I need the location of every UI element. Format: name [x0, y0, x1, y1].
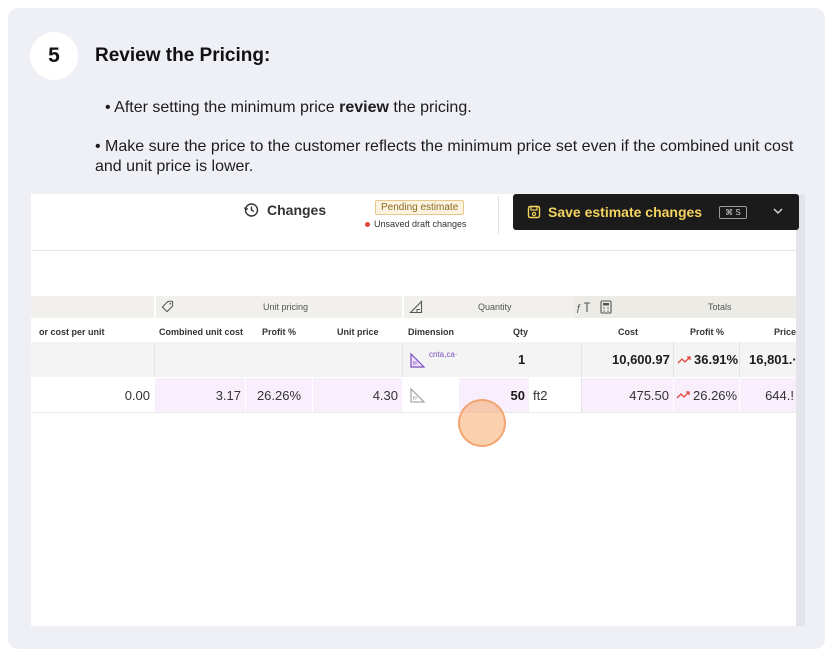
- scrollbar[interactable]: [796, 194, 805, 626]
- tag-icon: [161, 300, 174, 313]
- unsaved-text: Unsaved draft changes: [374, 219, 467, 229]
- svg-text:ft²: ft²: [413, 396, 418, 402]
- totals-label: Totals: [708, 302, 732, 312]
- totals-profit-pct-cell: 26.26%: [674, 378, 739, 412]
- unit-label: ft2: [533, 387, 548, 403]
- unsaved-status: Unsaved draft changes: [365, 219, 467, 229]
- trend-up-icon: [677, 355, 691, 363]
- step-card: 5 Review the Pricing: • After setting th…: [8, 8, 825, 649]
- bullet-1-pre: • After setting the minimum price: [105, 99, 340, 116]
- unsaved-dot-icon: [365, 221, 370, 227]
- table-row[interactable]: 0.00 3.17 26.26% 4.30 ft² 50 ft2 475.50 …: [31, 378, 796, 413]
- col-divider: [402, 342, 403, 377]
- formula-icon[interactable]: ƒ: [576, 300, 592, 314]
- col-divider: [581, 342, 582, 377]
- totals-profit-pct-value: 26.26%: [693, 387, 738, 403]
- pending-estimate-badge: Pending estimate: [375, 200, 465, 215]
- changes-button[interactable]: Changes: [243, 202, 326, 218]
- summary-qty: 1: [518, 352, 526, 367]
- chevron-down-icon[interactable]: [771, 204, 785, 218]
- col-cost: Cost: [618, 327, 638, 337]
- price-cell: 644.!: [740, 378, 796, 412]
- summary-row[interactable]: ft² cnta,ca· 1 10,600.97 36.91% 16,801.·: [31, 342, 797, 377]
- col-combined-unit-cost: Combined unit cost: [159, 327, 243, 337]
- group-header-labor: [31, 296, 154, 318]
- summary-profit-pct-value: 36.91%: [694, 352, 739, 367]
- col-labor-cost: or cost per unit: [39, 327, 105, 337]
- col-qty: Qty: [513, 327, 529, 337]
- cost-cell: 475.50: [582, 378, 673, 412]
- ruler-triangle-icon: [409, 300, 423, 314]
- col-totals-profit-pct: Profit %: [690, 327, 725, 337]
- unit-price-cell[interactable]: 4.30: [313, 378, 402, 412]
- history-icon: [243, 203, 259, 217]
- col-profit-pct: Profit %: [262, 327, 297, 337]
- bullet-1-bold: review: [339, 99, 389, 116]
- col-divider: [154, 342, 155, 377]
- profit-pct-cell[interactable]: 26.26%: [246, 378, 312, 412]
- group-header-totals: ƒ Totals: [574, 296, 796, 318]
- save-label: Save estimate changes: [548, 204, 703, 220]
- labor-cost-cell[interactable]: 0.00: [31, 378, 154, 412]
- instruction-bullet-1: • After setting the minimum price review…: [105, 98, 472, 118]
- dimension-icon: ft²: [410, 387, 426, 403]
- click-indicator: [458, 399, 506, 447]
- col-unit-price: Unit price: [337, 327, 379, 337]
- col-price: Price: [774, 327, 797, 337]
- calculator-icon[interactable]: [600, 300, 612, 314]
- changes-label: Changes: [267, 202, 327, 218]
- step-title: Review the Pricing:: [95, 45, 271, 66]
- bullet-1-post: the pricing.: [388, 99, 472, 116]
- toolbar-bottom-border: [31, 250, 796, 251]
- dimension-cell[interactable]: ft²: [409, 378, 427, 412]
- col-divider: [673, 342, 674, 377]
- toolbar-divider: [498, 196, 499, 234]
- save-estimate-button[interactable]: Save estimate changes ⌘ S: [513, 194, 799, 230]
- app-screenshot: Changes Pending estimate Unsaved draft c…: [31, 194, 805, 626]
- summary-price: 16,801.·: [749, 352, 797, 367]
- combined-unit-cost-cell[interactable]: 3.17: [155, 378, 245, 412]
- col-dimension: Dimension: [408, 327, 455, 337]
- save-icon: [527, 205, 541, 219]
- svg-text:ft²: ft²: [413, 361, 418, 367]
- quantity-label: Quantity: [478, 302, 512, 312]
- save-shortcut: ⌘ S: [719, 205, 747, 219]
- summary-dimension-text: cnta,ca·: [429, 350, 458, 359]
- step-number: 5: [30, 32, 78, 80]
- trend-up-icon: [676, 391, 690, 399]
- svg-text:ƒ: ƒ: [576, 303, 582, 314]
- instruction-bullet-2: • Make sure the price to the customer re…: [95, 138, 794, 175]
- group-header-quantity: Quantity: [404, 296, 574, 318]
- summary-dimension-cell[interactable]: ft² cnta,ca·: [409, 342, 457, 377]
- group-header-unit-pricing: Unit pricing: [156, 296, 402, 318]
- summary-profit-pct: 36.91%: [677, 342, 738, 377]
- summary-cost: 10,600.97: [612, 352, 670, 367]
- dimension-icon: ft²: [410, 352, 426, 368]
- unit-pricing-label: Unit pricing: [263, 302, 309, 312]
- col-divider: [739, 342, 740, 377]
